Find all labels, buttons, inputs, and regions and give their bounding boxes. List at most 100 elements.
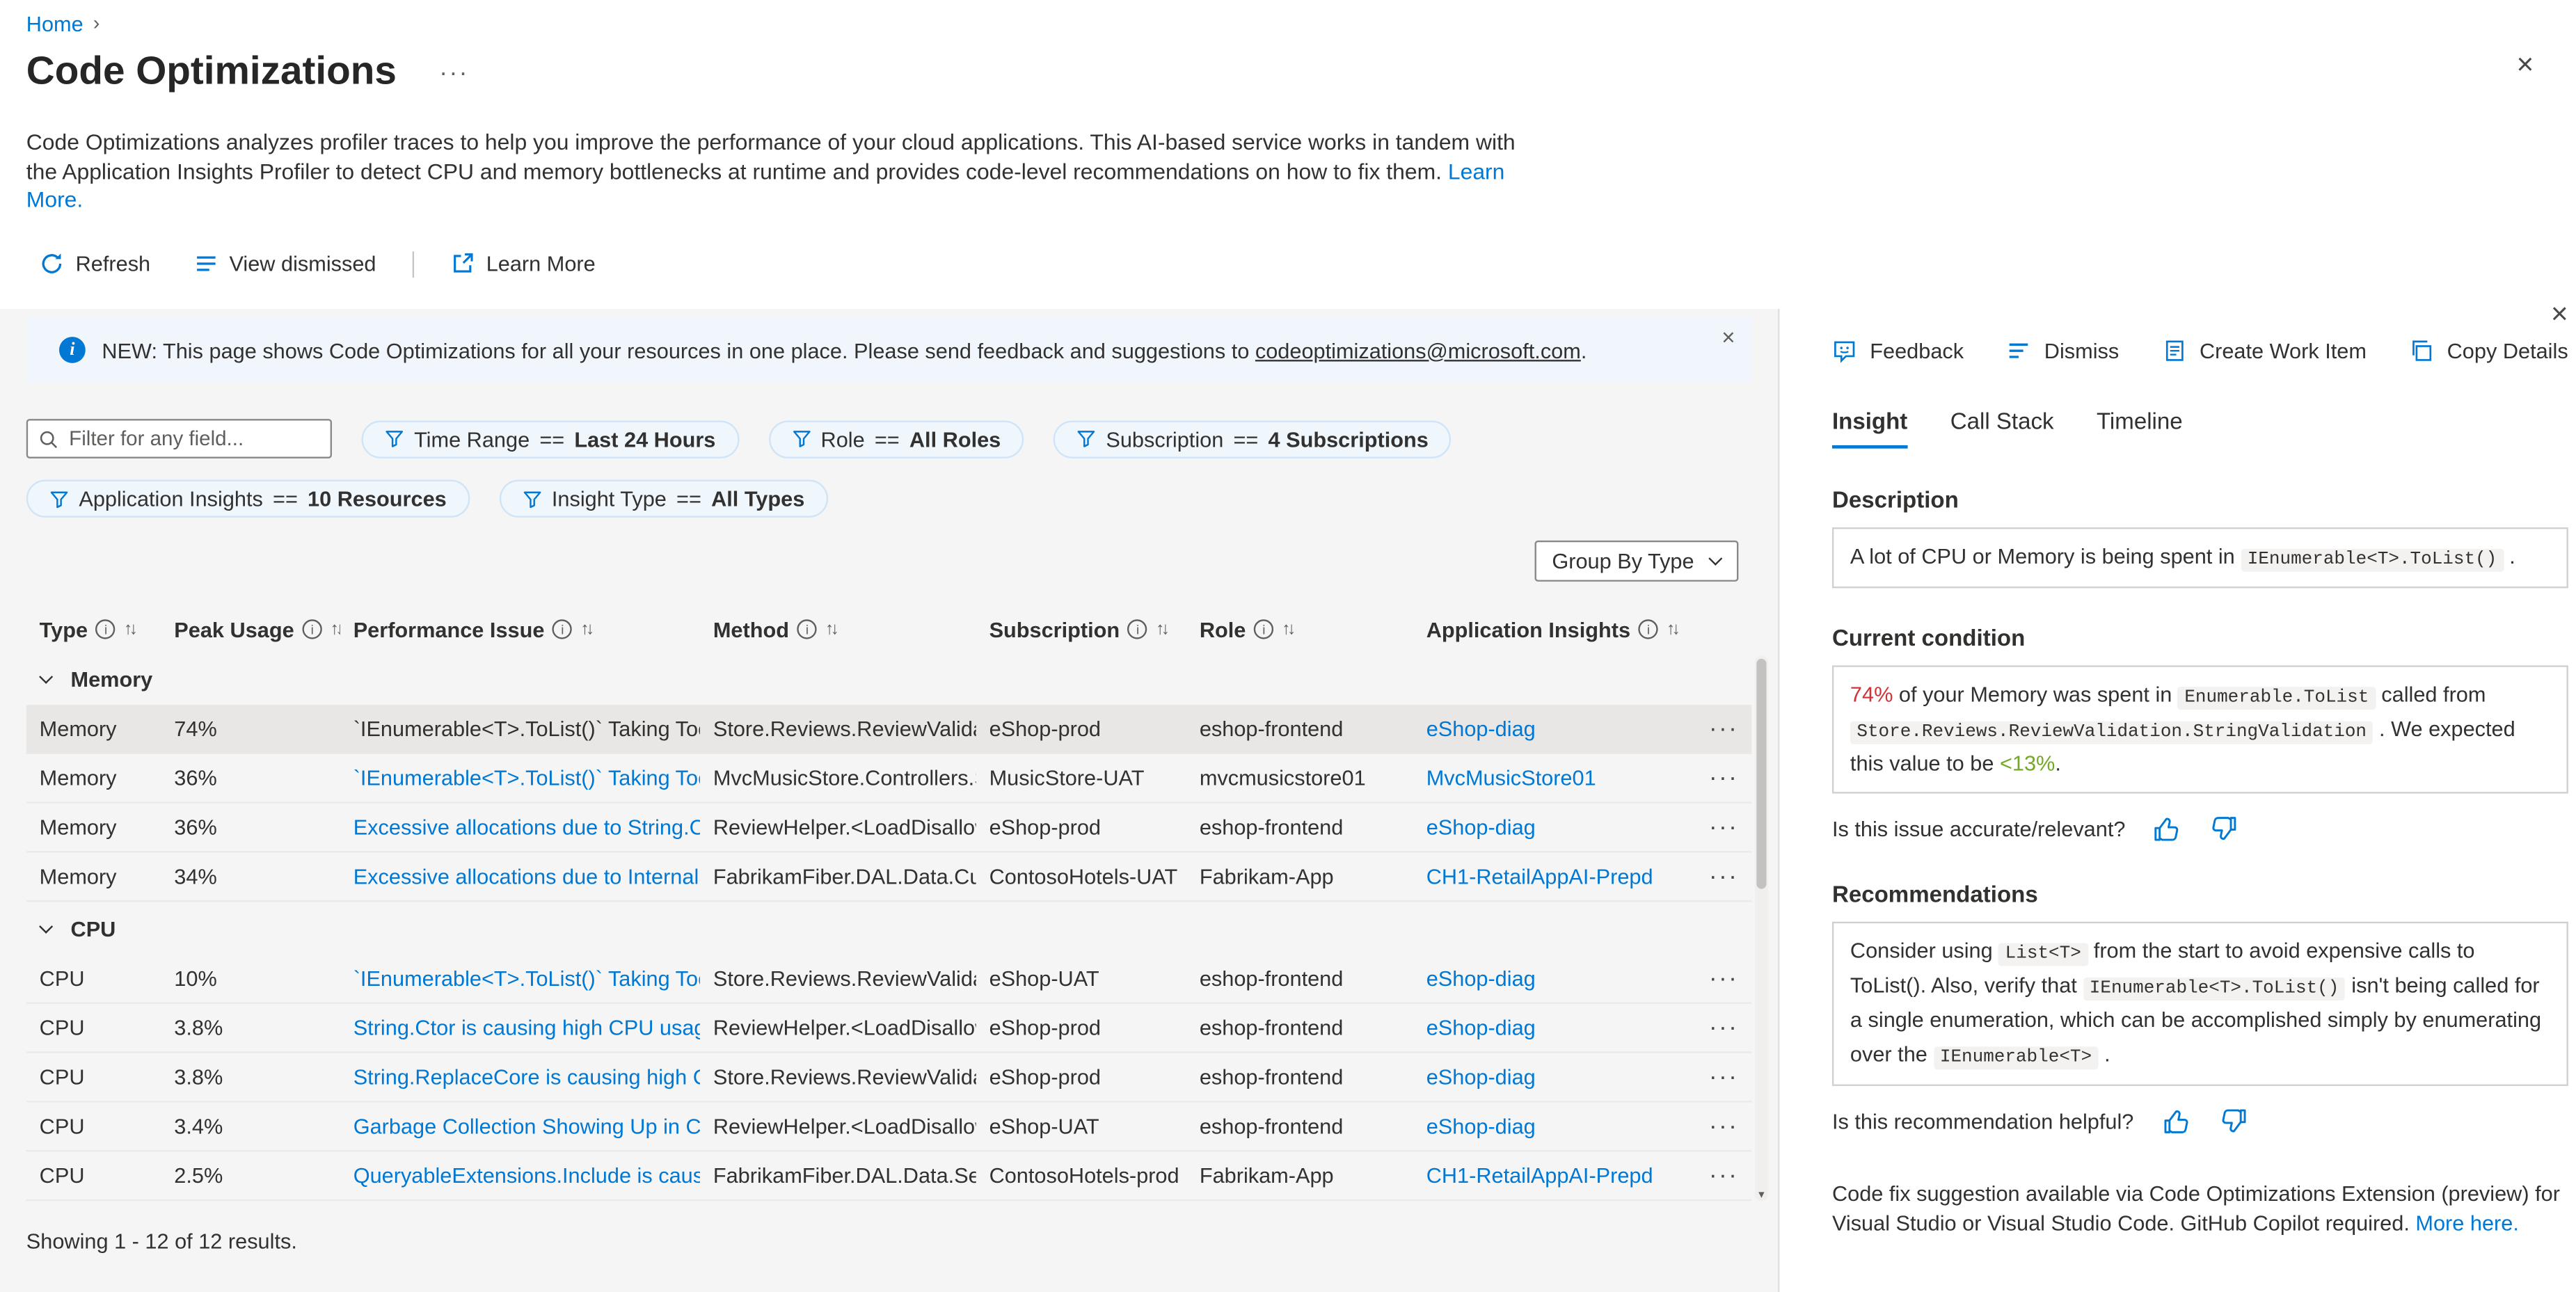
sort-icon[interactable]: ↑↓ [331, 619, 340, 639]
cell-peak-usage: 10% [174, 966, 217, 991]
tab-insight[interactable]: Insight [1831, 408, 1908, 449]
row-more-button[interactable]: ··· [1696, 813, 1751, 841]
title-more-icon[interactable]: ··· [439, 58, 469, 86]
performance-issue-link[interactable]: QueryableExtensions.Include is causing [340, 1163, 700, 1188]
feedback-email-link[interactable]: codeoptimizations@microsoft.com [1255, 337, 1581, 362]
create-work-item-button[interactable]: Create Work Item [2162, 337, 2367, 362]
application-insights-link[interactable]: eShop-diag [1413, 1015, 1696, 1039]
table-row[interactable]: CPU 3.8% String.ReplaceCore is causing hig… [26, 1053, 1752, 1103]
copy-details-label: Copy Details [2447, 337, 2568, 362]
table-row[interactable]: CPU 2.5% QueryableExtensions.Include is ca… [26, 1151, 1752, 1202]
tab-call-stack[interactable]: Call Stack [1950, 408, 2054, 449]
recommendations-heading: Recommendations [1831, 881, 2038, 908]
table-row[interactable]: CPU 3.4% Garbage Collection Showing Up in … [26, 1102, 1752, 1152]
sort-icon[interactable]: ↑↓ [825, 619, 839, 639]
performance-issue-link[interactable]: Garbage Collection Showing Up in CPU [340, 1114, 700, 1138]
application-insights-link[interactable]: eShop-diag [1413, 815, 1696, 839]
sort-icon[interactable]: ↑↓ [1282, 619, 1296, 639]
application-insights-link[interactable]: CH1-RetailAppAI-Prepd [1413, 1163, 1696, 1188]
table-row[interactable]: Memory 74% `IEnumerable<T>.ToList()` Takin… [26, 705, 1752, 754]
thumbs-up-icon[interactable] [2160, 1105, 2191, 1136]
row-more-button[interactable]: ··· [1696, 863, 1751, 891]
filter-pill-insight-type[interactable]: Insight Type == All Types [499, 479, 828, 518]
row-more-button[interactable]: ··· [1696, 1063, 1751, 1091]
table-scrollbar[interactable]: ▼ [1754, 655, 1768, 1202]
table-row[interactable]: Memory 34% Excessive allocations due to In… [26, 853, 1752, 902]
table-row[interactable]: Memory 36% `IEnumerable<T>.ToList()` Takin… [26, 754, 1752, 804]
application-insights-link[interactable]: eShop-diag [1413, 1064, 1696, 1089]
column-header-application-insights[interactable]: Application Insights i ↑↓ [1413, 617, 1696, 641]
performance-issue-link[interactable]: `IEnumerable<T>.ToList()` Taking Too M [340, 717, 700, 741]
performance-issue-link[interactable]: String.ReplaceCore is causing high CPU [340, 1064, 700, 1089]
column-header-method[interactable]: Method i ↑↓ [700, 617, 976, 641]
cell-type: CPU [39, 1114, 85, 1139]
learn-more-button[interactable]: Learn More [437, 248, 609, 280]
application-insights-link[interactable]: CH1-RetailAppAI-Prepd [1413, 864, 1696, 888]
column-header-subscription[interactable]: Subscription i ↑↓ [976, 617, 1186, 641]
table-row[interactable]: Memory 36% Excessive allocations due to St… [26, 804, 1752, 853]
application-insights-link[interactable]: eShop-diag [1413, 717, 1696, 741]
cell-method: Store.Reviews.ReviewValidatio [713, 966, 976, 991]
performance-issue-link[interactable]: `IEnumerable<T>.ToList()` Taking Too M [340, 966, 700, 991]
breadcrumb-home-link[interactable]: Home [26, 10, 84, 35]
description-box: A lot of CPU or Memory is being spent in… [1831, 527, 2568, 589]
filter-pill-time-range[interactable]: Time Range == Last 24 Hours [361, 420, 739, 458]
tab-timeline[interactable]: Timeline [2097, 408, 2183, 449]
feedback-smiley-icon [1834, 340, 1855, 362]
performance-issue-link[interactable]: Excessive allocations due to InternalSet [340, 864, 700, 888]
filter-pill-application-insights[interactable]: Application Insights == 10 Resources [26, 479, 470, 518]
row-more-button[interactable]: ··· [1696, 764, 1751, 792]
sort-icon[interactable]: ↑↓ [1667, 619, 1680, 639]
group-by-dropdown[interactable]: Group By Type [1534, 540, 1739, 582]
table-body: Memory Memory 74% `IEnumerable<T>.ToList()`… [26, 652, 1752, 1202]
filter-pill-subscription[interactable]: Subscription == 4 Subscriptions [1053, 420, 1452, 458]
scrollbar-down-arrow-icon[interactable]: ▼ [1755, 1191, 1768, 1201]
thumbs-down-icon[interactable] [2209, 814, 2241, 845]
row-more-button[interactable]: ··· [1696, 1162, 1751, 1190]
thumbs-down-icon[interactable] [2218, 1105, 2249, 1136]
banner-close-icon[interactable]: × [1722, 324, 1735, 350]
cell-method: Store.Reviews.ReviewValidatio [713, 1064, 976, 1090]
row-more-button[interactable]: ··· [1696, 1014, 1751, 1042]
codefix-note: Code fix suggestion available via Code O… [1832, 1179, 2568, 1241]
group-header-memory[interactable]: Memory [26, 652, 1751, 705]
filter-search-input[interactable] [65, 425, 321, 452]
cell-type: Memory [39, 815, 117, 840]
performance-issue-link[interactable]: String.Ctor is causing high CPU usage [340, 1015, 700, 1039]
table-row[interactable]: CPU 10% `IEnumerable<T>.ToList()` Taking T… [26, 955, 1752, 1004]
cell-method: Store.Reviews.ReviewValidatio [713, 716, 976, 741]
breadcrumb: Home › [26, 10, 2537, 36]
detail-close-icon[interactable]: × [2551, 299, 2568, 329]
code-span: IEnumerable<T>.ToList() [2083, 978, 2346, 1001]
table-row[interactable]: CPU 3.8% String.Ctor is causing high CPU u… [26, 1004, 1752, 1053]
column-header-role[interactable]: Role i ↑↓ [1186, 617, 1413, 641]
column-header-peak-usage[interactable]: Peak Usage i ↑↓ [161, 617, 340, 641]
application-insights-link[interactable]: MvcMusicStore01 [1413, 765, 1696, 790]
dismiss-button[interactable]: Dismiss [2006, 337, 2119, 362]
column-header-type[interactable]: Type i ↑↓ [26, 617, 161, 641]
feedback-button[interactable]: Feedback [1832, 337, 1964, 362]
filter-search-box [26, 419, 333, 458]
thumbs-up-icon[interactable] [2152, 814, 2183, 845]
copy-details-button[interactable]: Copy Details [2409, 337, 2568, 362]
filter-pill-role[interactable]: Role == All Roles [768, 420, 1024, 458]
sort-icon[interactable]: ↑↓ [124, 619, 138, 639]
row-more-button[interactable]: ··· [1696, 1112, 1751, 1140]
application-insights-link[interactable]: eShop-diag [1413, 1114, 1696, 1138]
refresh-icon [42, 253, 62, 274]
row-more-button[interactable]: ··· [1696, 715, 1751, 742]
refresh-button[interactable]: Refresh [26, 248, 164, 280]
page-close-icon[interactable]: × [2516, 49, 2534, 79]
more-here-link[interactable]: More here. [2415, 1211, 2518, 1236]
cell-subscription: eShop-UAT [989, 1114, 1099, 1139]
performance-issue-link[interactable]: `IEnumerable<T>.ToList()` Taking Too M [340, 765, 700, 790]
column-header-performance-issue[interactable]: Performance Issue i ↑↓ [340, 617, 700, 641]
performance-issue-link[interactable]: Excessive allocations due to String.Ctor [340, 815, 700, 839]
application-insights-link[interactable]: eShop-diag [1413, 966, 1696, 991]
group-header-cpu[interactable]: CPU [26, 902, 1751, 955]
view-dismissed-button[interactable]: View dismissed [180, 248, 390, 280]
row-more-button[interactable]: ··· [1696, 964, 1751, 992]
sort-icon[interactable]: ↑↓ [1156, 619, 1170, 639]
sort-icon[interactable]: ↑↓ [580, 619, 594, 639]
scrollbar-thumb[interactable] [1756, 658, 1767, 889]
